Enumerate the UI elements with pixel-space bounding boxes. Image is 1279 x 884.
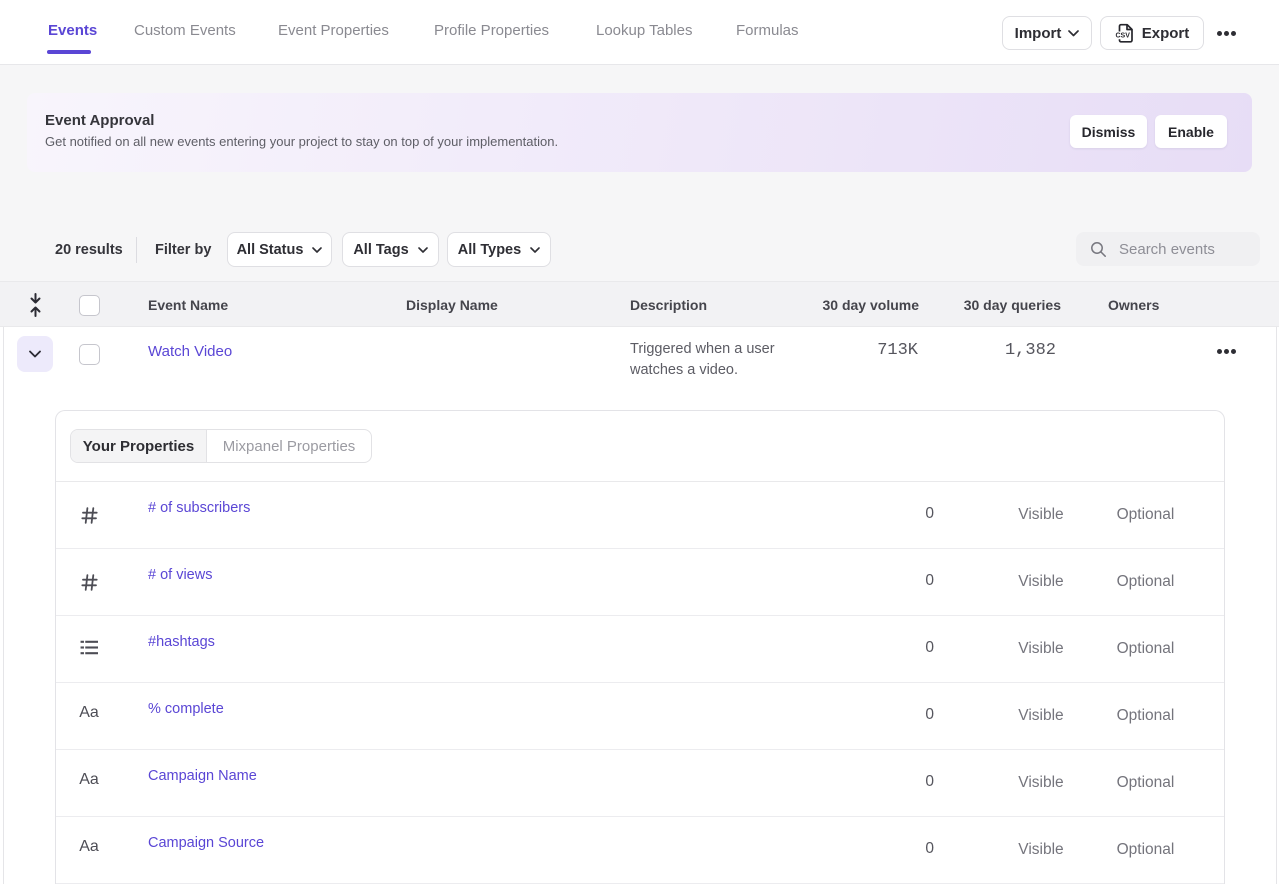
svg-text:CSV: CSV <box>1115 32 1130 39</box>
